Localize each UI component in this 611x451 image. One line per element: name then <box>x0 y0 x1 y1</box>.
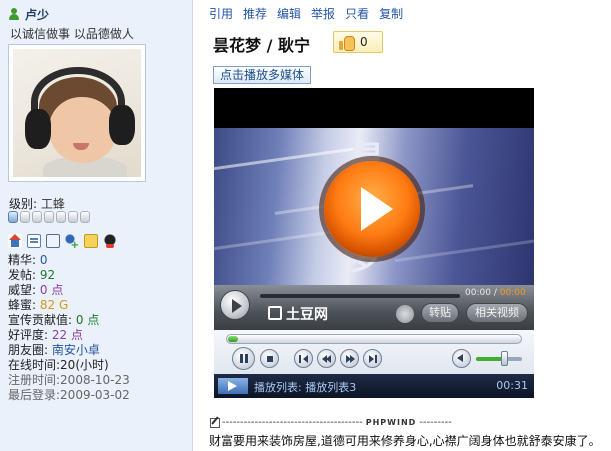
time-display: 00:00 / 00:00 <box>465 288 526 298</box>
time-total: 00:00 <box>499 288 526 298</box>
document-icon[interactable] <box>46 234 60 248</box>
like-count: 0 <box>360 35 368 49</box>
level-star-icon <box>68 211 78 223</box>
rewind-icon[interactable] <box>317 349 336 368</box>
stat-prestige: 威望: 0 点 <box>8 283 64 297</box>
action-only-author[interactable]: 只看 <box>345 5 369 22</box>
message-icon[interactable] <box>84 234 98 248</box>
stat-contribution: 宣传贡献值: 0 点 <box>8 313 100 327</box>
stat-posts: 发帖: 92 <box>8 268 56 282</box>
player-control-bar: 00:00 / 00:00 土豆网 转贴 相关视频 <box>214 285 534 330</box>
volume-fill <box>476 357 504 361</box>
tudou-logo-icon <box>268 306 282 320</box>
stop-icon[interactable] <box>260 349 279 368</box>
playlist-bar: 播放列表: 播放列表3 00:31 <box>214 374 534 398</box>
seek-bar[interactable] <box>260 294 460 298</box>
stat-rating-value: 22 点 <box>51 328 83 342</box>
home-icon[interactable] <box>8 234 22 248</box>
skip-back-icon[interactable] <box>294 349 313 368</box>
friend-circle-link[interactable]: 南安小卓 <box>52 343 100 357</box>
profile-card-icon[interactable] <box>27 234 41 248</box>
stat-last-login: 最后登录:2009-03-02 <box>8 388 130 402</box>
level-star-icon <box>20 211 30 223</box>
level-star-icon <box>80 211 90 223</box>
video-screen[interactable]: 昙 花 梦 <box>214 128 534 285</box>
action-recommend[interactable]: 推荐 <box>243 5 267 22</box>
playlist-play-icon[interactable] <box>218 378 248 394</box>
action-report[interactable]: 举报 <box>311 5 335 22</box>
stat-prestige-value: 0 点 <box>39 283 64 297</box>
stat-registered: 注册时间:2008-10-23 <box>8 373 130 387</box>
playlist-time: 00:31 <box>496 379 528 392</box>
volume-icon[interactable] <box>396 305 414 323</box>
level-stars <box>8 211 90 223</box>
stat-online-time: 在线时间:20(小时) <box>8 358 109 372</box>
level-star-icon <box>44 211 54 223</box>
volume-slider[interactable] <box>476 351 522 366</box>
action-quote[interactable]: 引用 <box>209 5 233 22</box>
stat-friend-circle: 朋友圈: 南安小卓 <box>8 343 100 357</box>
video-player: 昙 花 梦 00:00 / 00:00 土豆网 转贴 相关视频 <box>214 88 534 398</box>
playlist-label[interactable]: 播放列表: 播放列表3 <box>254 379 356 395</box>
stat-rating: 好评度: 22 点 <box>8 328 83 342</box>
action-edit[interactable]: 编辑 <box>277 5 301 22</box>
fast-forward-icon[interactable] <box>340 349 359 368</box>
related-videos-button[interactable]: 相关视频 <box>466 303 528 323</box>
thumbs-up-icon <box>339 35 355 51</box>
stat-posts-value: 92 <box>39 268 56 282</box>
pause-icon[interactable] <box>232 347 255 370</box>
signature-divider: --------------------------------------- … <box>210 417 452 428</box>
player-brand[interactable]: 土豆网 <box>286 304 328 324</box>
user-sidebar: 卢少 以诚信做事 以品德做人 级别: 工蜂 精华: 0 发帖: 92 威望: 0… <box>0 0 193 451</box>
volume-knob[interactable] <box>500 351 508 366</box>
level-value: 工蜂 <box>40 197 65 211</box>
stat-jinghua: 精华: 0 <box>8 253 48 267</box>
skip-forward-icon[interactable] <box>363 349 382 368</box>
progress-bar[interactable] <box>226 334 522 344</box>
user-header: 卢少 <box>8 6 49 22</box>
stat-honey-value: 82 G <box>39 298 69 312</box>
level-star-icon <box>8 211 18 223</box>
signature-brand: PHPWIND <box>365 418 417 427</box>
user-level: 级别: 工蜂 <box>9 195 65 212</box>
time-elapsed: 00:00 <box>465 288 491 298</box>
play-media-button[interactable]: 点击播放多媒体 <box>213 66 312 84</box>
stat-contribution-value: 0 点 <box>75 313 100 327</box>
username[interactable]: 卢少 <box>25 6 49 23</box>
action-copy[interactable]: 复制 <box>379 5 403 22</box>
big-play-button[interactable] <box>324 161 420 257</box>
level-star-icon <box>56 211 66 223</box>
progress-fill <box>228 336 238 342</box>
user-icon <box>8 7 20 21</box>
level-label: 级别: <box>9 197 38 211</box>
stat-jinghua-value: 0 <box>39 253 48 267</box>
avatar-image <box>13 49 141 177</box>
qq-icon[interactable] <box>103 234 117 248</box>
signature-text: 财富要用来装饰房屋,道德可用来修养身心,心襟广阔身体也就舒泰安康了。 <box>209 434 601 448</box>
play-icon[interactable] <box>220 290 250 320</box>
post-title: 昙花梦 / 耿宁 <box>213 36 310 55</box>
time-separator: / <box>493 288 497 298</box>
level-star-icon <box>32 211 42 223</box>
user-action-icons <box>8 234 117 251</box>
user-motto: 以诚信做事 以品德做人 <box>10 27 134 41</box>
speaker-icon[interactable] <box>452 349 471 368</box>
repost-button[interactable]: 转贴 <box>421 303 459 323</box>
like-button[interactable]: 0 <box>333 31 383 53</box>
add-friend-icon[interactable] <box>65 234 79 251</box>
post-actions: 引用 推荐 编辑 举报 只看 复制 <box>209 5 403 22</box>
pencil-icon <box>210 417 220 428</box>
stat-honey: 蜂蜜: 82 G <box>8 298 69 312</box>
avatar[interactable] <box>8 44 146 182</box>
